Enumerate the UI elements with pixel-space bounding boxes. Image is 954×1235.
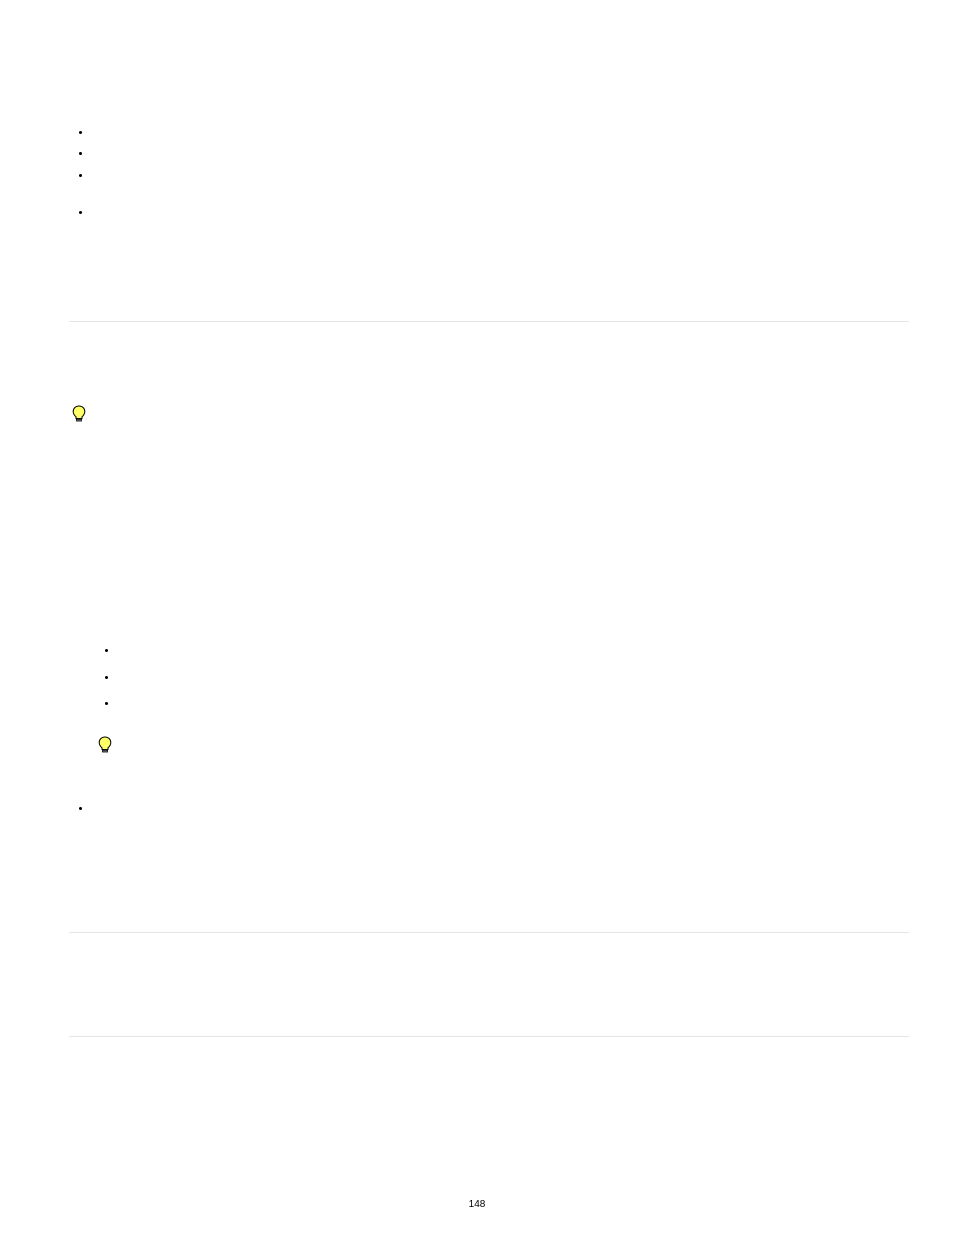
divider (69, 932, 909, 933)
list-bullet (79, 807, 82, 810)
list-bullet (79, 174, 82, 177)
list-bullet (105, 676, 108, 679)
divider (69, 1036, 909, 1037)
list-bullet (79, 152, 82, 155)
list-bullet (105, 649, 108, 652)
lightbulb-icon (98, 736, 112, 754)
list-bullet (79, 211, 82, 214)
list-bullet (105, 702, 108, 705)
document-page (69, 0, 909, 1235)
page-number: 148 (0, 1199, 954, 1210)
lightbulb-icon (72, 405, 86, 423)
list-bullet (79, 131, 82, 134)
divider (69, 321, 909, 322)
